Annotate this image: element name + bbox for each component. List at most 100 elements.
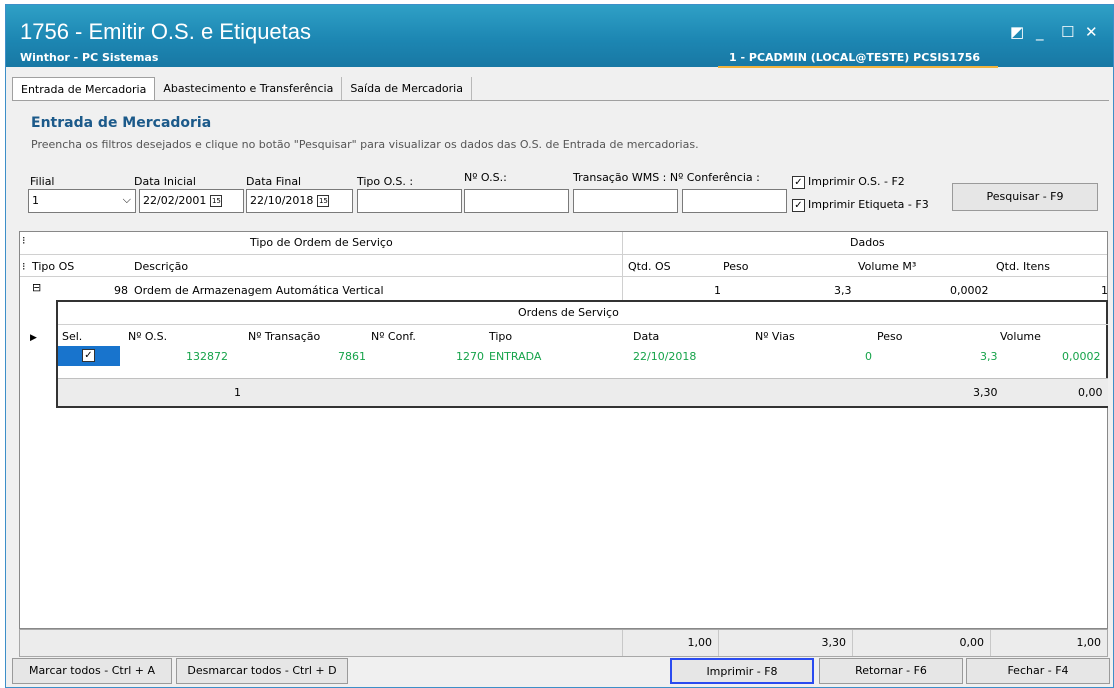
detail-footer: 1 3,30 0,00 xyxy=(58,378,1108,406)
desmarcar-todos-button[interactable]: Desmarcar todos - Ctrl + D xyxy=(176,658,348,684)
imprimir-etiqueta-checkbox[interactable]: ✓ Imprimir Etiqueta - F3 xyxy=(792,198,929,212)
row-volume: 0,0002 xyxy=(1062,350,1101,363)
fechar-button[interactable]: Fechar - F4 xyxy=(966,658,1110,684)
panel-title: Entrada de Mercadoria xyxy=(31,115,212,131)
title-bar: 1756 - Emitir O.S. e Etiquetas Winthor -… xyxy=(6,5,1113,68)
row-qtd-os: 1 xyxy=(714,284,721,297)
col-tipo-os[interactable]: Tipo OS xyxy=(32,260,74,273)
footer-count: 1 xyxy=(234,386,241,399)
footer-volume: 0,00 xyxy=(1078,386,1103,399)
retornar-button[interactable]: Retornar - F6 xyxy=(819,658,963,684)
pesquisar-button[interactable]: Pesquisar - F9 xyxy=(952,183,1098,211)
transacao-label: Transação WMS : Nº Conferência : xyxy=(573,171,760,184)
conferencia-input[interactable] xyxy=(682,189,787,213)
nro-os-input[interactable] xyxy=(464,189,569,213)
imprimir-etiqueta-label: Imprimir Etiqueta - F3 xyxy=(808,198,929,211)
marcar-todos-button[interactable]: Marcar todos - Ctrl + A xyxy=(12,658,172,684)
checkbox-checked-icon[interactable]: ✓ xyxy=(82,349,95,362)
imprimir-button[interactable]: Imprimir - F8 xyxy=(670,658,814,684)
grid-menu-icon[interactable]: ⁝ xyxy=(22,260,26,273)
filial-select[interactable]: 1 ⌵ xyxy=(28,189,136,213)
collapse-icon[interactable]: ⊟ xyxy=(32,281,41,294)
col-volume[interactable]: Volume M³ xyxy=(858,260,916,273)
chevron-down-icon[interactable]: ⌵ xyxy=(123,193,131,207)
col-data[interactable]: Data xyxy=(633,330,659,343)
row-vias: 0 xyxy=(865,350,872,363)
imprimir-os-checkbox[interactable]: ✓ Imprimir O.S. - F2 xyxy=(792,175,905,189)
nro-os-label: Nº O.S.: xyxy=(464,171,507,184)
data-final-label: Data Final xyxy=(246,175,302,188)
user-underline xyxy=(718,66,998,68)
window-subtitle: Winthor - PC Sistemas xyxy=(20,51,159,64)
imprimir-os-label: Imprimir O.S. - F2 xyxy=(808,175,905,188)
col-nro-os[interactable]: Nº O.S. xyxy=(128,330,167,343)
row-pointer-icon: ▶ xyxy=(30,333,37,343)
row-peso: 3,3 xyxy=(834,284,852,297)
calendar-icon[interactable]: 15 xyxy=(317,195,330,207)
tab-saida[interactable]: Saída de Mercadoria xyxy=(342,77,472,101)
row-transacao: 7861 xyxy=(338,350,366,363)
tab-strip: Entrada de Mercadoria Abastecimento e Tr… xyxy=(12,77,472,101)
footer-peso: 3,30 xyxy=(973,386,998,399)
row-data: 22/10/2018 xyxy=(633,350,697,363)
sum-volume: 0,00 xyxy=(852,630,990,656)
col-tipo[interactable]: Tipo xyxy=(489,330,512,343)
row-conf: 1270 xyxy=(456,350,484,363)
transacao-input[interactable] xyxy=(573,189,678,213)
window-title: 1756 - Emitir O.S. e Etiquetas xyxy=(20,19,312,44)
row-divider xyxy=(58,324,1108,325)
row-divider xyxy=(20,254,1107,255)
col-qtd-os[interactable]: Qtd. OS xyxy=(628,260,671,273)
data-final-field[interactable]: 22/10/2018 15 xyxy=(246,189,353,213)
minimize-icon[interactable]: _ xyxy=(1036,23,1044,41)
tab-entrada[interactable]: Entrada de Mercadoria xyxy=(12,77,156,101)
col-volume[interactable]: Volume xyxy=(1000,330,1041,343)
row-nro-os: 132872 xyxy=(186,350,228,363)
col-peso[interactable]: Peso xyxy=(877,330,902,343)
row-qtd-itens: 1 xyxy=(1101,284,1108,297)
detail-title: Ordens de Serviço xyxy=(518,306,619,319)
col-conf[interactable]: Nº Conf. xyxy=(371,330,416,343)
group-dados-header: Dados xyxy=(850,236,885,249)
col-divider xyxy=(622,232,623,300)
row-volume: 0,0002 xyxy=(950,284,989,297)
calendar-icon[interactable]: 15 xyxy=(210,195,223,207)
maximize-icon[interactable]: ☐ xyxy=(1061,23,1074,41)
grid-menu-icon[interactable]: ⁝ xyxy=(22,234,26,247)
sel-cell[interactable]: ✓ xyxy=(58,346,120,366)
tab-divider xyxy=(12,100,1109,101)
group-tipo-header: Tipo de Ordem de Serviço xyxy=(250,236,393,249)
close-icon[interactable]: ✕ xyxy=(1085,23,1098,41)
row-divider xyxy=(20,276,1107,277)
sum-qtd-os: 1,00 xyxy=(622,630,718,656)
col-vias[interactable]: Nº Vias xyxy=(755,330,795,343)
data-grid: ⁝ Tipo de Ordem de Serviço Dados ⁝ Tipo … xyxy=(19,231,1108,629)
data-final-value: 22/10/2018 xyxy=(250,194,314,207)
tab-abastecimento[interactable]: Abastecimento e Transferência xyxy=(155,77,343,101)
row-tipo-os: 98 xyxy=(114,284,128,297)
user-info: 1 - PCADMIN (LOCAL@TESTE) PCSIS1756 xyxy=(729,51,981,64)
data-inicial-field[interactable]: 22/02/2001 15 xyxy=(139,189,244,213)
data-inicial-label: Data Inicial xyxy=(134,175,196,188)
checkbox-checked-icon: ✓ xyxy=(792,198,805,212)
col-descricao[interactable]: Descrição xyxy=(134,260,188,273)
tipo-os-label: Tipo O.S. : xyxy=(357,175,414,188)
filial-value: 1 xyxy=(32,194,39,207)
checkbox-checked-icon: ✓ xyxy=(792,175,805,189)
summary-bar: 1,00 3,30 0,00 1,00 xyxy=(19,629,1108,657)
main-window: 1756 - Emitir O.S. e Etiquetas Winthor -… xyxy=(5,4,1114,688)
col-sel[interactable]: Sel. xyxy=(62,330,82,343)
detail-row[interactable]: ✓ 132872 7861 1270 ENTRADA 22/10/2018 0 … xyxy=(58,346,1108,368)
row-tipo: ENTRADA xyxy=(489,350,542,363)
row-descricao: Ordem de Armazenagem Automática Vertical xyxy=(134,284,384,297)
col-transacao[interactable]: Nº Transação xyxy=(248,330,320,343)
col-peso[interactable]: Peso xyxy=(723,260,748,273)
detail-grid: Ordens de Serviço Sel. Nº O.S. Nº Transa… xyxy=(30,300,1108,408)
col-qtd-itens[interactable]: Qtd. Itens xyxy=(996,260,1050,273)
tipo-os-input[interactable] xyxy=(357,189,462,213)
restore-icon[interactable]: ◩ xyxy=(1010,23,1024,41)
panel-subtitle: Preencha os filtros desejados e clique n… xyxy=(31,138,699,151)
sum-peso: 3,30 xyxy=(718,630,852,656)
sum-qtd-itens: 1,00 xyxy=(990,630,1107,656)
row-peso: 3,3 xyxy=(980,350,998,363)
